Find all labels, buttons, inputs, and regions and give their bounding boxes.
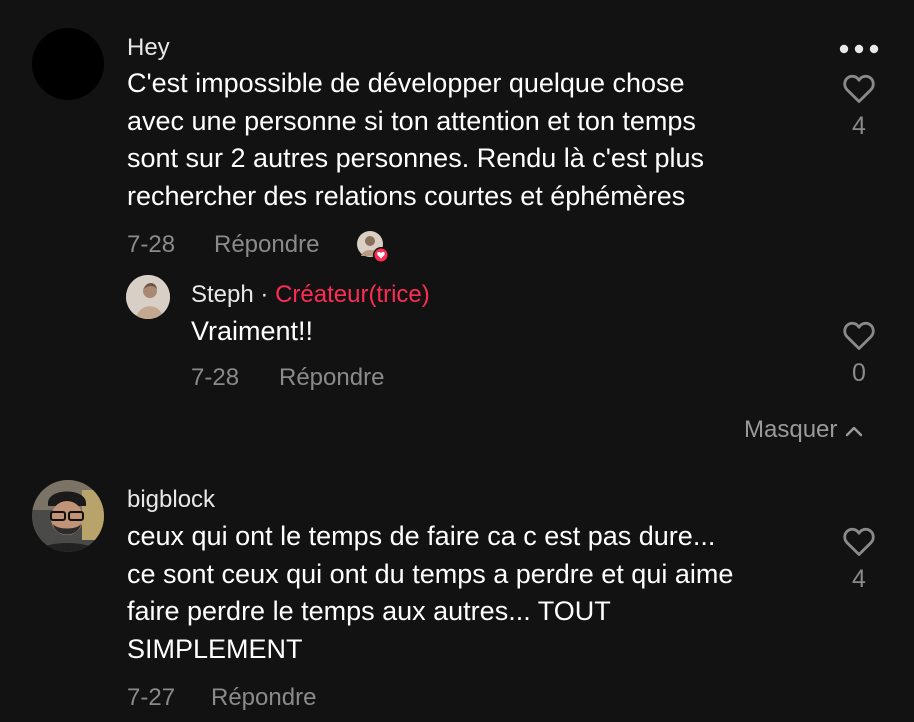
reply-button[interactable]: Répondre [279,364,384,392]
like-count: 0 [852,359,866,387]
reply-text-line: Vraiment!! [191,316,314,346]
hide-replies-label: Masquer [744,416,838,443]
like-count: 4 [852,565,866,593]
avatar[interactable] [32,480,104,552]
comment-text-line: rechercher des relations courtes et éphé… [127,180,686,211]
heart-outline-icon[interactable] [842,525,876,557]
heart-outline-icon[interactable] [842,319,876,351]
comment-date: 7-27 [127,684,176,711]
comment-text: C'est impossible de développer quelque c… [127,65,704,215]
comment-text: ceux qui ont le temps de faire ca c est … [127,518,733,668]
more-horizontal-icon[interactable] [838,42,880,61]
like-control[interactable]: 0 [829,319,889,388]
comment-username[interactable]: Hey [127,34,170,62]
comment-username[interactable]: bigblock [127,486,215,514]
separator-dot: · [260,281,269,308]
like-control[interactable]: 4 [829,525,889,594]
creator-liked-heart-badge [357,231,389,263]
comment-text-line: SIMPLEMENT [127,633,303,664]
avatar[interactable] [32,28,104,100]
reply-username[interactable]: Steph · Créateur(trice) [191,281,430,309]
creator-label: Créateur(trice) [275,281,430,308]
reply-text: Vraiment!! [191,313,313,351]
comment-text-line: sont sur 2 autres personnes. Rendu là c'… [127,143,704,173]
heart-outline-icon[interactable] [842,72,876,104]
like-count: 4 [852,112,866,140]
comment-text-line: ceux qui ont le temps de faire ca c est … [127,521,716,551]
reply-date: 7-28 [191,364,240,391]
comment-text-line: avec une personne si ton attention et to… [127,105,696,136]
comment-text-line: ce sont ceux qui ont du temps a perdre e… [127,558,734,589]
reply-button[interactable]: Répondre [211,684,316,712]
reply-author-name[interactable]: Steph [191,281,254,308]
comment-text-line: faire perdre le temps aux autres... TOUT [127,596,611,626]
comment-date: 7-28 [127,231,176,258]
like-control[interactable]: 4 [829,72,889,141]
comment-text-line: C'est impossible de développer quelque c… [127,68,685,98]
hide-replies-button[interactable]: Masquer [744,416,863,444]
chevron-up-icon [846,426,863,436]
avatar[interactable] [126,275,170,319]
reply-button[interactable]: Répondre [214,231,319,259]
creator-liked-badge [356,230,389,263]
